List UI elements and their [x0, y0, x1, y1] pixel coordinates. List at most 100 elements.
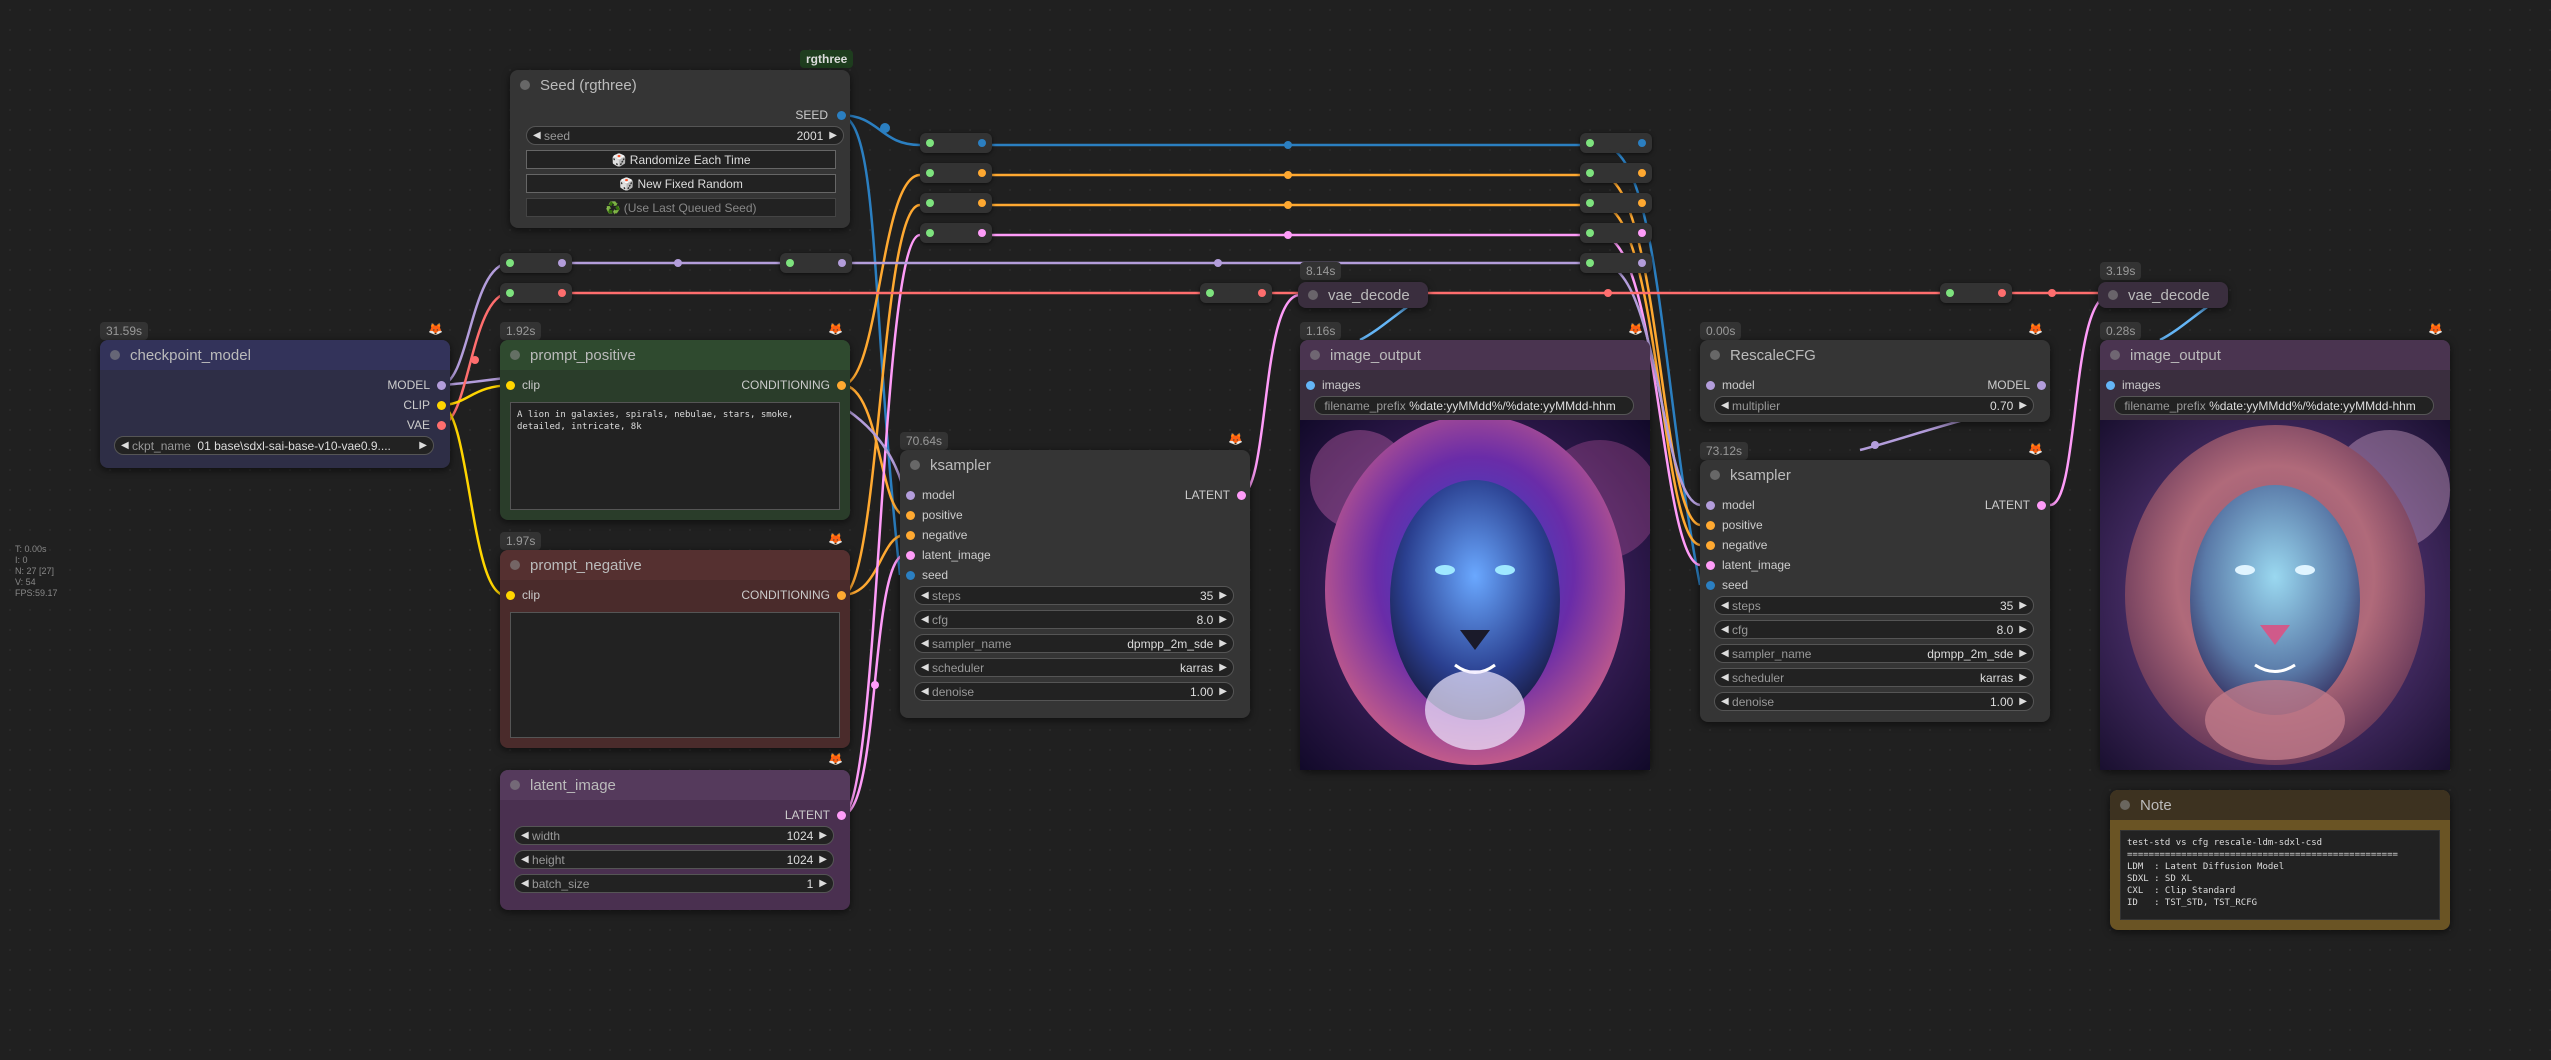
increment-arrow-icon[interactable]: ▶ [2019, 672, 2027, 683]
decrement-arrow-icon[interactable]: ◀ [1721, 400, 1729, 411]
decrement-arrow-icon[interactable]: ◀ [1721, 600, 1729, 611]
decrement-arrow-icon[interactable]: ◀ [921, 590, 929, 601]
image-output-node-1[interactable]: image_output images filename_prefix %dat… [1300, 340, 1650, 770]
denoise-widget[interactable]: ◀ denoise 1.00 ▶ [914, 682, 1234, 701]
collapse-dot[interactable] [510, 350, 520, 360]
latent-image-input-slot[interactable] [906, 551, 915, 560]
negative-input-slot[interactable] [906, 531, 915, 540]
latent-output-slot[interactable] [2037, 501, 2046, 510]
clip-input-slot[interactable] [506, 381, 515, 390]
seed-widget[interactable]: ◀ seed 2001 ▶ [526, 126, 844, 145]
width-widget[interactable]: ◀ width 1024 ▶ [514, 826, 834, 845]
collapse-dot[interactable] [2108, 290, 2118, 300]
prompt-negative-header[interactable]: prompt_negative [500, 550, 850, 580]
prompt-positive-textarea[interactable]: A lion in galaxies, spirals, nebulae, st… [510, 402, 840, 510]
image-output-node-2[interactable]: image_output images filename_prefix %dat… [2100, 340, 2450, 770]
images-input-slot[interactable] [2106, 381, 2115, 390]
increment-arrow-icon[interactable]: ▶ [2019, 600, 2027, 611]
generated-image-preview[interactable] [1300, 420, 1650, 770]
decrement-arrow-icon[interactable]: ◀ [1721, 696, 1729, 707]
latent-image-header[interactable]: latent_image [500, 770, 850, 800]
increment-arrow-icon[interactable]: ▶ [819, 878, 827, 889]
conditioning-output-slot[interactable] [837, 381, 846, 390]
decrement-arrow-icon[interactable]: ◀ [1721, 648, 1729, 659]
collapse-dot[interactable] [1710, 350, 1720, 360]
reroute-node[interactable] [1940, 283, 2012, 303]
note-header[interactable]: Note [2110, 790, 2450, 820]
seed-output-slot[interactable] [837, 111, 846, 120]
reroute-node[interactable] [920, 223, 992, 243]
increment-arrow-icon[interactable]: ▶ [819, 830, 827, 841]
collapse-dot[interactable] [110, 350, 120, 360]
scheduler-widget[interactable]: ◀ scheduler karras ▶ [914, 658, 1234, 677]
generated-image-preview[interactable] [2100, 420, 2450, 770]
increment-arrow-icon[interactable]: ▶ [419, 440, 427, 451]
increment-arrow-icon[interactable]: ▶ [2019, 400, 2027, 411]
note-node[interactable]: Note test-std vs cfg rescale-ldm-sdxl-cs… [2110, 790, 2450, 930]
model-output-slot[interactable] [2037, 381, 2046, 390]
ksampler-header[interactable]: ksampler [1700, 460, 2050, 490]
model-input-slot[interactable] [1706, 381, 1715, 390]
note-textarea[interactable]: test-std vs cfg rescale-ldm-sdxl-csd ===… [2120, 830, 2440, 920]
cfg-widget[interactable]: ◀ cfg 8.0 ▶ [1714, 620, 2034, 639]
reroute-node[interactable] [920, 133, 992, 153]
decrement-arrow-icon[interactable]: ◀ [1721, 624, 1729, 635]
increment-arrow-icon[interactable]: ▶ [1219, 686, 1227, 697]
reroute-node[interactable] [1580, 193, 1652, 213]
reroute-node[interactable] [1580, 253, 1652, 273]
image-output-header[interactable]: image_output [2100, 340, 2450, 370]
sampler-name-widget[interactable]: ◀ sampler_name dpmpp_2m_sde ▶ [914, 634, 1234, 653]
checkpoint-header[interactable]: checkpoint_model [100, 340, 450, 370]
reroute-node[interactable] [920, 193, 992, 213]
cfg-widget[interactable]: ◀ cfg 8.0 ▶ [914, 610, 1234, 629]
reroute-node[interactable] [1580, 223, 1652, 243]
decrement-arrow-icon[interactable]: ◀ [921, 614, 929, 625]
use-last-queued-button[interactable]: ♻️ (Use Last Queued Seed) [526, 198, 836, 217]
decrement-arrow-icon[interactable]: ◀ [533, 130, 541, 141]
batch-size-widget[interactable]: ◀ batch_size 1 ▶ [514, 874, 834, 893]
rescale-cfg-header[interactable]: RescaleCFG [1700, 340, 2050, 370]
increment-arrow-icon[interactable]: ▶ [2019, 696, 2027, 707]
prompt-negative-textarea[interactable] [510, 612, 840, 738]
prompt-positive-node[interactable]: prompt_positive clip CONDITIONING A lion… [500, 340, 850, 520]
height-widget[interactable]: ◀ height 1024 ▶ [514, 850, 834, 869]
positive-input-slot[interactable] [906, 511, 915, 520]
reroute-node[interactable] [1200, 283, 1272, 303]
collapse-dot[interactable] [1310, 350, 1320, 360]
increment-arrow-icon[interactable]: ▶ [819, 854, 827, 865]
new-fixed-random-button[interactable]: 🎲 New Fixed Random [526, 174, 836, 193]
prompt-negative-node[interactable]: prompt_negative clip CONDITIONING [500, 550, 850, 748]
conditioning-output-slot[interactable] [837, 591, 846, 600]
seed-node-header[interactable]: Seed (rgthree) [510, 70, 850, 100]
latent-image-input-slot[interactable] [1706, 561, 1715, 570]
increment-arrow-icon[interactable]: ▶ [1219, 662, 1227, 673]
reroute-node[interactable] [1580, 133, 1652, 153]
latent-output-slot[interactable] [1237, 491, 1246, 500]
increment-arrow-icon[interactable]: ▶ [1219, 638, 1227, 649]
clip-output-slot[interactable] [437, 401, 446, 410]
ckpt-name-widget[interactable]: ◀ ckpt_name 01 base\sdxl-sai-base-v10-va… [114, 436, 434, 455]
decrement-arrow-icon[interactable]: ◀ [1721, 672, 1729, 683]
decrement-arrow-icon[interactable]: ◀ [121, 440, 129, 451]
reroute-node[interactable] [500, 283, 572, 303]
decrement-arrow-icon[interactable]: ◀ [521, 830, 529, 841]
steps-widget[interactable]: ◀ steps 35 ▶ [1714, 596, 2034, 615]
scheduler-widget[interactable]: ◀ scheduler karras ▶ [1714, 668, 2034, 687]
filename-prefix-widget[interactable]: filename_prefix %date:yyMMdd%/%date:yyMM… [2114, 396, 2434, 415]
seed-input-slot[interactable] [1706, 581, 1715, 590]
decrement-arrow-icon[interactable]: ◀ [521, 854, 529, 865]
steps-widget[interactable]: ◀ steps 35 ▶ [914, 586, 1234, 605]
vae-decode-node-2[interactable]: vae_decode [2098, 282, 2228, 308]
collapse-dot[interactable] [510, 560, 520, 570]
multiplier-widget[interactable]: ◀ multiplier 0.70 ▶ [1714, 396, 2034, 415]
model-input-slot[interactable] [1706, 501, 1715, 510]
seed-input-slot[interactable] [906, 571, 915, 580]
increment-arrow-icon[interactable]: ▶ [1219, 590, 1227, 601]
vae-decode-header[interactable]: vae_decode [1298, 282, 1428, 308]
decrement-arrow-icon[interactable]: ◀ [921, 662, 929, 673]
reroute-node[interactable] [500, 253, 572, 273]
collapse-dot[interactable] [520, 80, 530, 90]
decrement-arrow-icon[interactable]: ◀ [921, 638, 929, 649]
collapse-dot[interactable] [1710, 470, 1720, 480]
sampler-name-widget[interactable]: ◀ sampler_name dpmpp_2m_sde ▶ [1714, 644, 2034, 663]
